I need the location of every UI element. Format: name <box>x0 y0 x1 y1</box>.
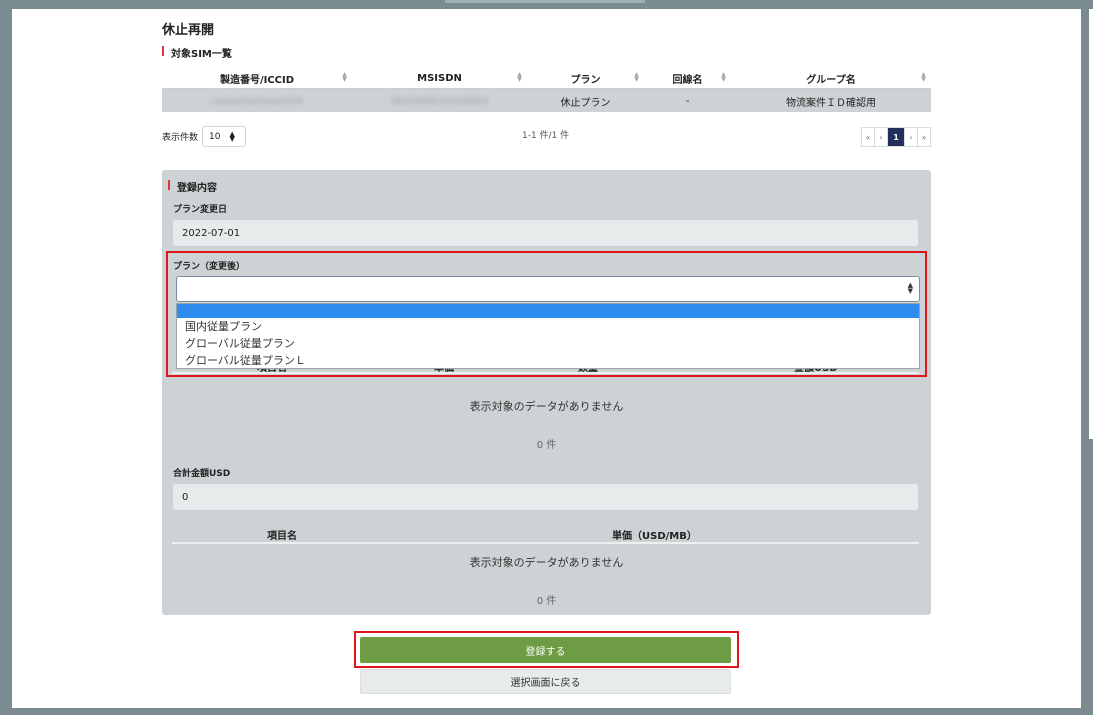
registration-panel: 登録内容 プラン変更日 2022-07-01 プラン（変更後） 項目名 単価 数… <box>162 170 931 615</box>
per-page-control: 表示件数 10 ▲ ▼ <box>162 126 247 147</box>
column-header-line-name[interactable]: 回線名 ▲ ▼ <box>644 68 731 90</box>
column-header-iccid[interactable]: 製造番号/ICCID ▲ ▼ <box>162 68 352 90</box>
total-field: 0 <box>173 484 918 510</box>
first-page-button[interactable]: « <box>861 127 875 147</box>
cell-line-name: - <box>644 89 731 112</box>
sim-table: 製造番号/ICCID ▲ ▼ MSISDN ▲ ▼ プラン ▲ ▼ 回線名 ▲ ▼ グループ名 ▲… <box>162 68 931 112</box>
column-header-plan[interactable]: プラン ▲ ▼ <box>527 68 644 90</box>
submit-button[interactable]: 登録する <box>360 637 731 663</box>
back-button[interactable]: 選択画面に戻る <box>360 669 731 694</box>
sort-icon[interactable]: ▲ ▼ <box>633 72 640 84</box>
next-page-button[interactable]: › <box>904 127 918 147</box>
sort-icon[interactable]: ▲ ▼ <box>341 72 348 84</box>
last-page-button[interactable]: » <box>917 127 931 147</box>
page-title: 休止再開 <box>162 23 215 38</box>
right-edge <box>1089 9 1093 439</box>
page-container: 休止再開 対象SIM一覧 製造番号/ICCID ▲ ▼ MSISDN ▲ ▼ プラン ▲ ▼… <box>12 9 1081 708</box>
plan-change-date-label: プラン変更日 <box>173 205 228 215</box>
cell-plan: 休止プラン <box>527 89 644 112</box>
sort-icon[interactable]: ▲ ▼ <box>720 72 727 84</box>
total-label: 合計金額USD <box>173 469 231 479</box>
sort-icon[interactable]: ▲ ▼ <box>516 72 523 84</box>
unit-table-header: 項目名 単価（USD/MB） <box>172 521 919 544</box>
sort-icon[interactable]: ▲ ▼ <box>920 72 927 84</box>
cell-msisdn: 08100006102158604 <box>352 89 527 112</box>
unit-empty-message: 表示対象のデータがありません <box>469 556 624 569</box>
pager-info: 1-1 件/1 件 <box>522 131 570 141</box>
unit-count: 0 件 <box>536 596 557 607</box>
column-header-group-name[interactable]: グループ名 ▲ ▼ <box>731 68 931 90</box>
chevron-updown-icon: ▲ ▼ <box>229 129 235 143</box>
column-header-msisdn[interactable]: MSISDN ▲ ▼ <box>352 68 527 90</box>
cell-iccid: comprehensive0004 <box>162 89 352 112</box>
table-row[interactable]: comprehensive0004 08100006102158604 休止プラ… <box>162 89 931 112</box>
fee-count: 0 件 <box>536 440 557 451</box>
per-page-label: 表示件数 <box>162 133 199 143</box>
sim-list-label: 対象SIM一覧 <box>162 45 232 60</box>
sim-table-header-row: 製造番号/ICCID ▲ ▼ MSISDN ▲ ▼ プラン ▲ ▼ 回線名 ▲ ▼ グループ名 ▲… <box>162 68 931 90</box>
registration-section-label: 登録内容 <box>168 179 217 194</box>
highlight-plan-select <box>166 251 927 377</box>
plan-change-date-field: 2022-07-01 <box>173 220 918 246</box>
page-1-button[interactable]: 1 <box>887 127 905 147</box>
fee-empty-message: 表示対象のデータがありません <box>469 400 624 413</box>
cell-group-name: 物流案件ＩＤ確認用 <box>731 89 931 112</box>
per-page-select[interactable]: 10 ▲ ▼ <box>202 126 247 147</box>
pagination: « ‹ 1 › » <box>861 127 931 147</box>
top-edge-line <box>445 0 645 3</box>
prev-page-button[interactable]: ‹ <box>874 127 888 147</box>
